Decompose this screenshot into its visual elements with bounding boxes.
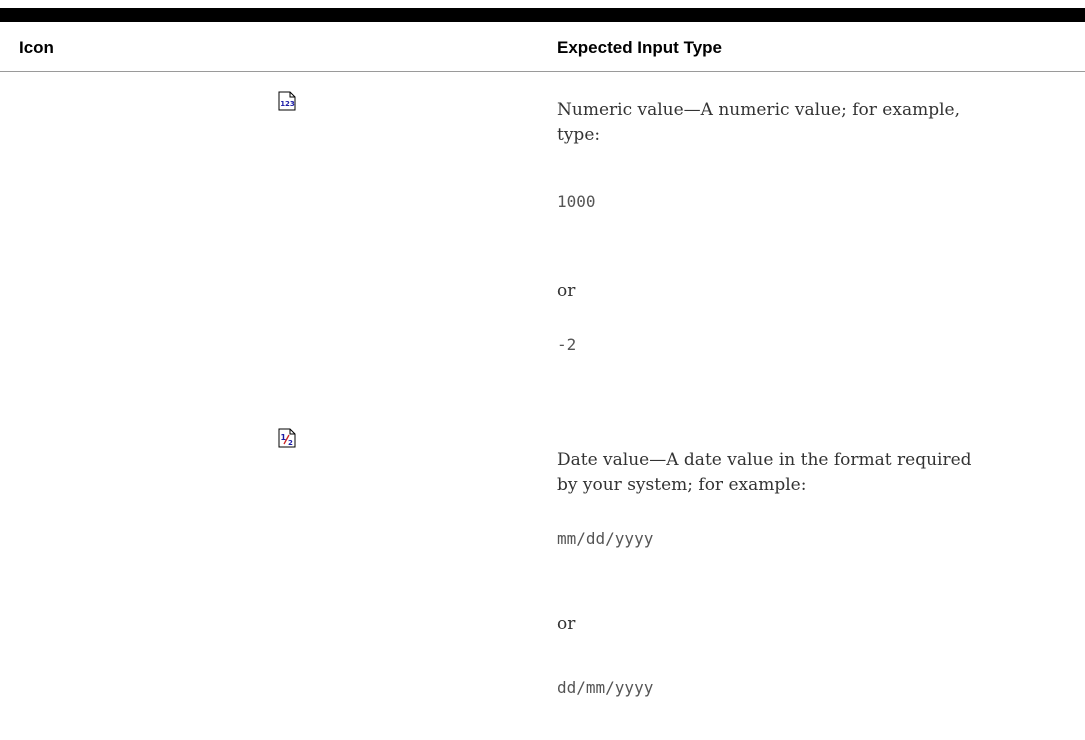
date-or-separator: or bbox=[557, 614, 576, 634]
numeric-example-1: 1000 bbox=[557, 192, 596, 211]
numeric-or-separator: or bbox=[557, 281, 576, 301]
numeric-value-icon: 123 bbox=[278, 91, 296, 111]
svg-text:2: 2 bbox=[288, 439, 293, 447]
date-value-icon: 1 2 bbox=[278, 428, 296, 448]
numeric-value-description: Numeric value—A numeric value; for examp… bbox=[557, 100, 960, 145]
table-top-rule bbox=[0, 8, 1085, 22]
date-example-2: dd/mm/yyyy bbox=[557, 678, 654, 697]
svg-text:123: 123 bbox=[280, 100, 295, 108]
date-value-description: Date value—A date value in the format re… bbox=[557, 450, 972, 495]
column-header-icon: Icon bbox=[19, 38, 54, 57]
table-header-row: Icon Expected Input Type bbox=[0, 22, 1085, 72]
column-header-expected-input-type: Expected Input Type bbox=[557, 38, 722, 57]
numeric-example-2: -2 bbox=[557, 335, 577, 354]
date-example-1: mm/dd/yyyy bbox=[557, 529, 654, 548]
